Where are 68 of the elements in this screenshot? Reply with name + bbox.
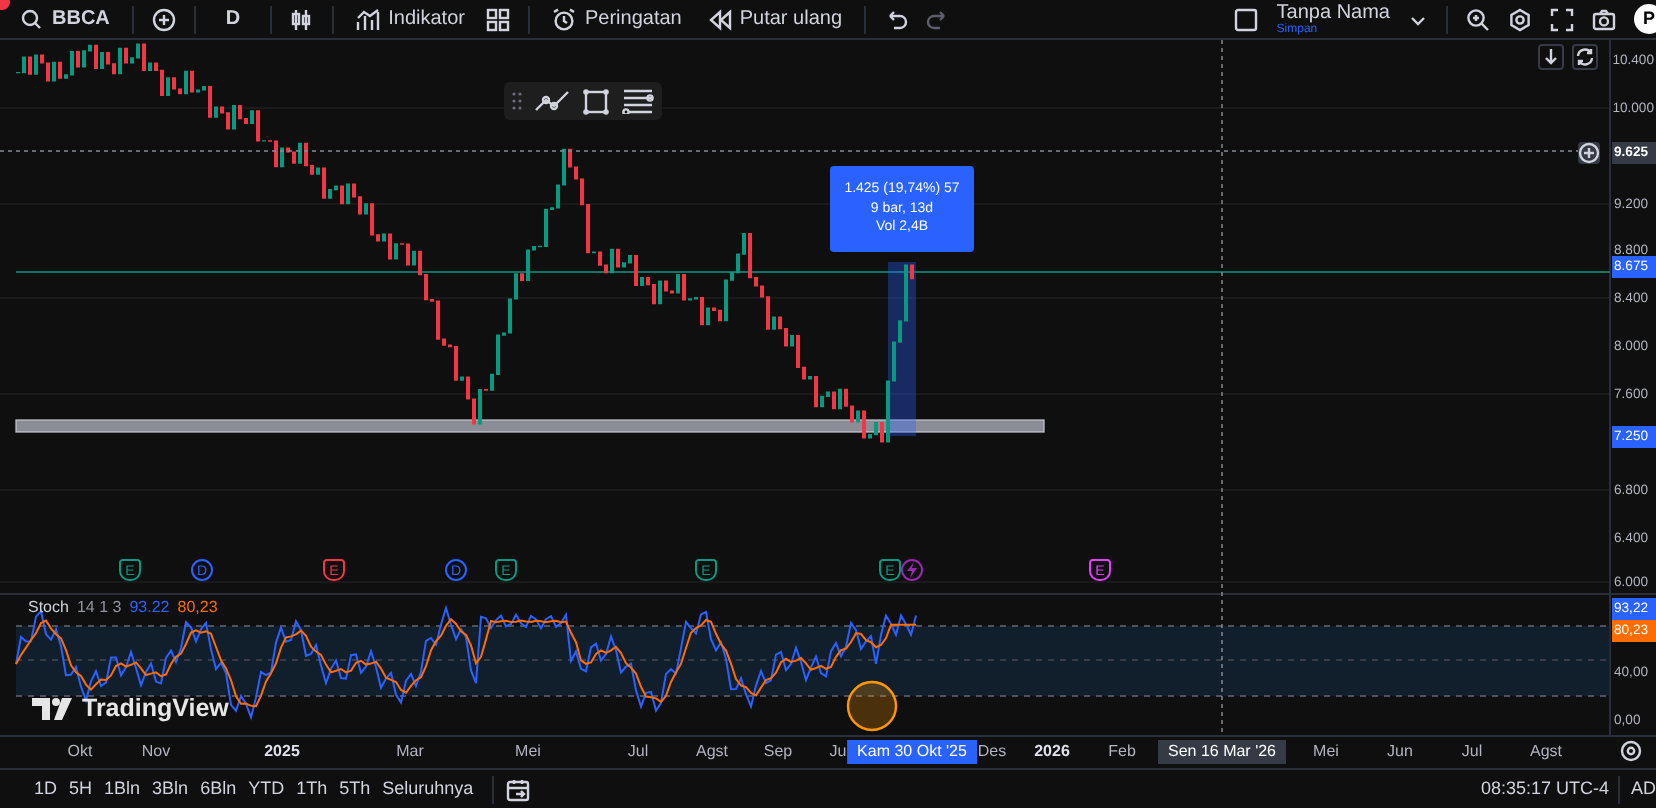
time-tick: Mei [513,740,543,764]
down-arrow-icon [1544,48,1558,66]
layout-name[interactable]: Tanpa Nama [1276,3,1390,23]
add-price-icon[interactable] [1578,141,1600,163]
axis-settings-icon[interactable] [1620,740,1642,762]
time-tick: Des [975,740,1009,764]
time-tick: Feb [1106,740,1138,764]
candles-icon[interactable] [290,7,315,31]
time-tick: Sep [761,740,795,764]
time-tick: Mar [394,740,426,764]
range-button[interactable]: 5H [63,775,99,803]
time-tick: Nov [139,740,173,764]
tradingview-logo-icon [32,697,76,720]
range-button[interactable]: 3Bln [146,775,195,803]
range-button[interactable]: 1D [28,775,64,803]
avatar[interactable]: P [1634,4,1656,34]
fullscreen-icon[interactable] [1550,7,1574,31]
time-tick: 2025 [262,740,302,764]
range-button[interactable]: Seluruhnya [376,775,480,803]
grid-icon[interactable] [486,7,511,31]
time-tick: Agst [694,740,730,764]
zoom-icon[interactable] [1466,7,1490,31]
range-button[interactable]: 6Bln [194,775,243,803]
add-symbol-icon[interactable] [151,7,176,31]
time-tick: 2026 [1032,740,1072,764]
clock-text[interactable]: 08:35:17 UTC-4 [1480,775,1609,803]
date-label: Sen 16 Mar '26 [1158,740,1286,764]
rectangle-tool-icon[interactable] [582,87,610,115]
tradingview-logo-text: TradingView [82,692,229,726]
indicator-params: 14 1 3 [76,596,122,620]
indicators-button[interactable]: Indikator [352,7,469,31]
range-button[interactable]: 1Th [290,775,334,803]
stoch-k-value: 93.22 [129,596,170,620]
indicator-icon [356,7,381,31]
indicator-name[interactable]: Stoch [28,596,69,620]
time-tick: Agst [1528,740,1564,764]
adjust-toggle[interactable]: AD [1630,775,1656,803]
lines-tool-icon[interactable] [622,88,654,114]
scroll-down-button[interactable] [1538,44,1564,70]
alerts-button[interactable]: Peringatan [548,7,686,31]
auto-scale-button[interactable] [1572,44,1598,70]
replay-button[interactable]: Putar ulang [703,7,847,31]
rewind-icon [707,7,732,31]
go-to-date-icon[interactable] [505,777,530,801]
date-label: Kam 30 Okt '25 [847,740,977,764]
undo-icon[interactable] [884,7,909,31]
refresh-icon [1576,48,1594,66]
trend-line-icon[interactable] [534,89,570,113]
alarm-icon [552,7,577,31]
range-button[interactable]: 5Th [333,775,377,803]
time-tick: Okt [65,740,95,764]
stoch-d-value: 80,23 [177,596,218,620]
lightning-icon[interactable] [901,559,923,581]
range-button[interactable]: 1Bln [98,775,147,803]
drag-handle-icon[interactable] [512,92,522,110]
time-tick: Mei [1311,740,1341,764]
time-tick: Jul [625,740,651,764]
camera-icon[interactable] [1592,7,1616,31]
time-tick: Jun [1385,740,1415,764]
interval-button[interactable]: D [213,9,253,29]
time-tick: Ju [827,740,849,764]
highlight-circle [846,680,898,732]
settings-icon[interactable] [1508,7,1532,31]
time-tick: Jul [1459,740,1485,764]
layout-icon[interactable] [1234,7,1259,31]
range-button[interactable]: YTD [242,775,291,803]
symbol-search[interactable]: BBCA [16,7,114,31]
search-icon [20,7,44,31]
